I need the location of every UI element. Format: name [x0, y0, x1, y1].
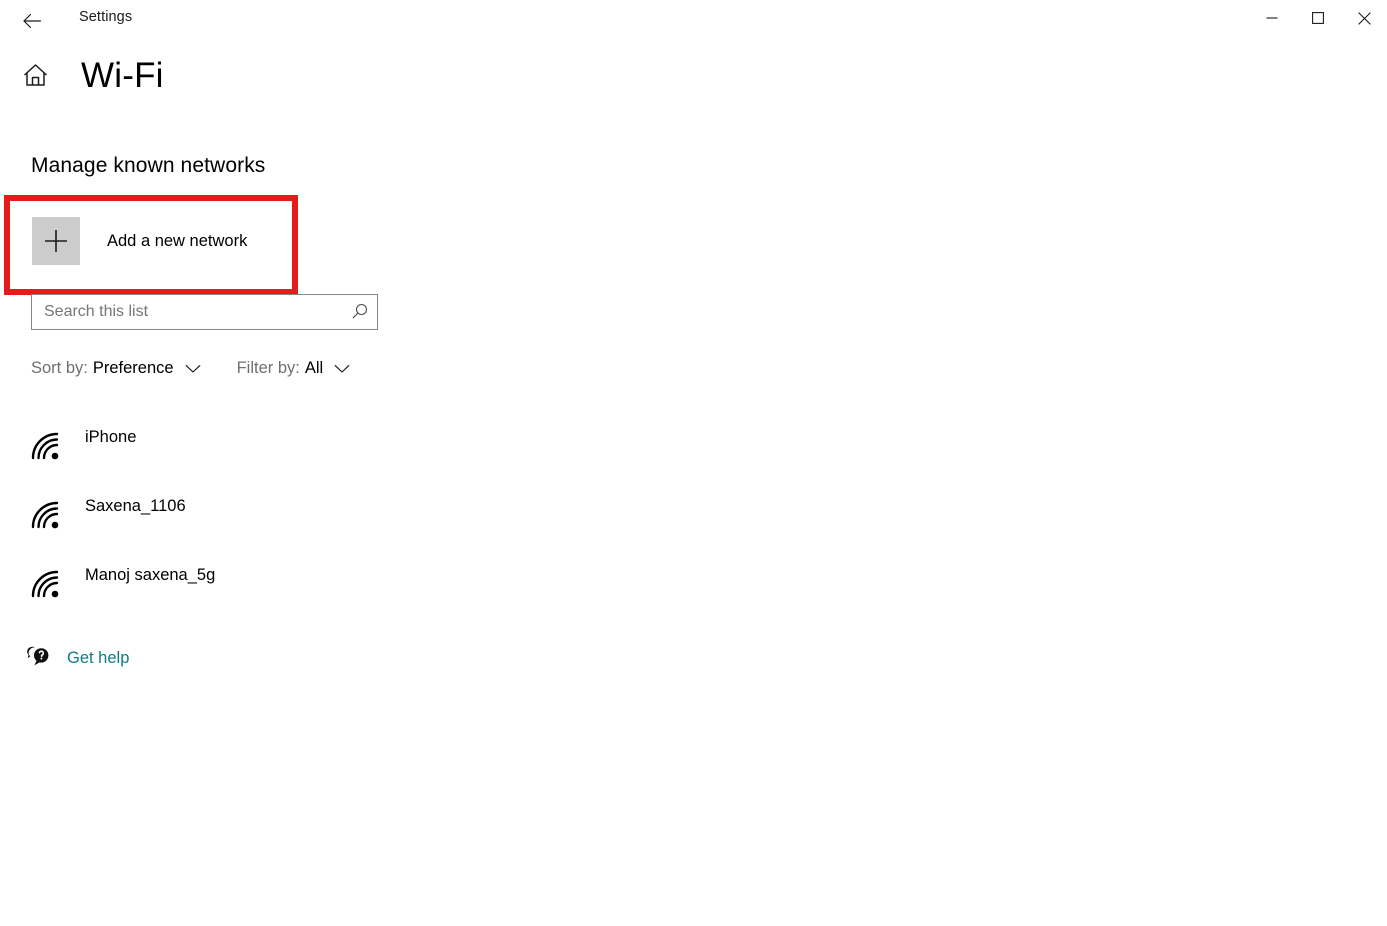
list-item[interactable]: Saxena_1106 — [0, 479, 420, 548]
title-bar: Settings — [0, 0, 1387, 46]
filter-by-dropdown[interactable]: Filter by: All — [237, 359, 351, 378]
chevron-down-icon[interactable] — [334, 364, 350, 374]
wifi-icon — [28, 567, 64, 599]
app-title: Settings — [79, 9, 133, 25]
search-icon[interactable] — [343, 295, 377, 329]
section-heading: Manage known networks — [31, 154, 266, 177]
list-item[interactable]: Manoj saxena_5g — [0, 548, 420, 617]
wifi-icon — [28, 429, 64, 461]
help-chat-icon — [26, 645, 52, 672]
list-item[interactable]: iPhone — [0, 410, 420, 479]
search-box[interactable] — [31, 294, 378, 330]
back-arrow-icon[interactable] — [15, 4, 49, 38]
sort-by-label: Sort by: — [31, 359, 88, 377]
minimize-icon[interactable] — [1249, 0, 1295, 36]
get-help-label: Get help — [67, 649, 130, 667]
get-help-link[interactable]: Get help — [26, 645, 129, 672]
filter-by-value: All — [304, 359, 324, 377]
sort-by-value: Preference — [92, 359, 174, 377]
filter-by-label: Filter by: — [236, 359, 300, 377]
window-controls — [1249, 0, 1387, 40]
home-icon[interactable] — [0, 62, 56, 89]
add-new-network-button[interactable]: Add a new network — [32, 217, 247, 265]
wifi-icon — [28, 498, 64, 530]
page-title: Wi-Fi — [81, 56, 164, 95]
known-networks-list: iPhone Saxena_1106 Manoj saxena_5g — [0, 410, 420, 617]
close-icon[interactable] — [1341, 0, 1387, 36]
page-header: Wi-Fi — [0, 58, 164, 93]
network-name: Saxena_1106 — [85, 497, 186, 515]
sort-by-dropdown[interactable]: Sort by: Preference — [31, 359, 201, 378]
network-name: Manoj saxena_5g — [85, 566, 216, 584]
add-new-network-label: Add a new network — [107, 231, 248, 250]
maximize-icon[interactable] — [1295, 0, 1341, 36]
list-controls: Sort by: Preference Filter by: All — [31, 359, 350, 378]
plus-icon[interactable] — [32, 217, 80, 265]
search-input[interactable] — [32, 295, 343, 329]
chevron-down-icon[interactable] — [185, 364, 201, 374]
network-name: iPhone — [85, 428, 137, 446]
